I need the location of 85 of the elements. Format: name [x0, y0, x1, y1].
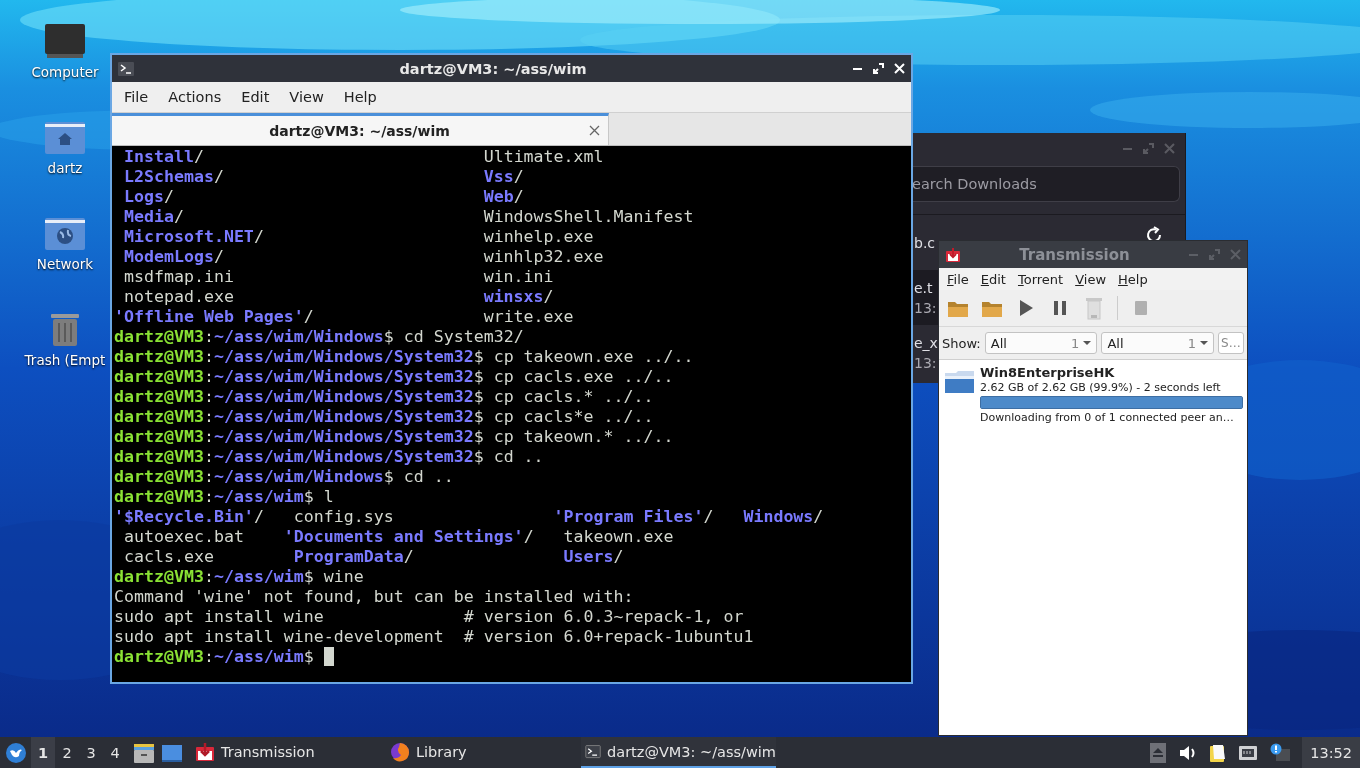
workspace-button[interactable]: 2: [55, 737, 79, 768]
terminal-line: dartz@VM3:~/ass/wim/Windows/System32$ cp cacls.exe ../..: [114, 367, 674, 387]
torrent-status: Downloading from 0 of 1 connected peer an…: [980, 411, 1235, 424]
menu-item[interactable]: Torrent: [1011, 271, 1070, 287]
notification-icon[interactable]: [1270, 742, 1291, 763]
menu-item[interactable]: File: [114, 89, 159, 105]
filter-label: Show:: [942, 335, 981, 351]
clipboard-icon[interactable]: [1208, 742, 1227, 763]
terminal-line: ModemLogs/ winhlp32.exe: [123, 247, 604, 267]
menu-item[interactable]: Help: [333, 89, 387, 105]
caret-icon: [1200, 341, 1209, 345]
window-title: dartz@VM3: ~/ass/wim: [398, 60, 588, 77]
terminal-line: dartz@VM3:~/ass/wim/Windows/System32$ cp takeown.exe ../..: [114, 347, 694, 367]
icon-label: Trash (Empt: [24, 352, 106, 368]
terminal-line: Install/ Ultimate.xml: [123, 147, 604, 167]
terminal-line: autoexec.bat 'Documents and Settings'/ takeown.exe: [123, 527, 674, 547]
icon-label: Computer: [31, 64, 99, 80]
task-label: Transmission: [221, 743, 315, 760]
menu-item[interactable]: File: [941, 271, 975, 287]
terminal-line: dartz@VM3:~/ass/wim$ l: [114, 487, 334, 507]
window-title: Transmission: [1018, 245, 1131, 264]
search-field[interactable]: earch Downloads: [912, 166, 1180, 202]
taskbar-button[interactable]: dartz@VM3: ~/ass/wim: [581, 737, 776, 768]
taskbar-button[interactable]: Library: [386, 737, 581, 768]
file-name: b.c: [914, 234, 937, 251]
workspace-button[interactable]: 3: [79, 737, 103, 768]
menu-item[interactable]: Actions: [158, 89, 232, 105]
filter-dropdown[interactable]: All 1: [1101, 332, 1215, 354]
tab-label: dartz@VM3: ~/ass/wim: [268, 122, 451, 139]
terminal-line: msdfmap.ini win.ini: [123, 267, 554, 287]
download-time: 13:: [914, 354, 938, 371]
terminal-line: cacls.exe ProgramData/ Users/: [123, 547, 624, 567]
tab[interactable]: dartz@VM3: ~/ass/wim: [112, 113, 609, 145]
download-box-icon: [945, 246, 961, 263]
task-label: Library: [416, 743, 467, 760]
terminal-line: Media/ WindowsShell.Manifest: [123, 207, 694, 227]
terminal-line: L2Schemas/ Vss/: [123, 167, 524, 187]
terminal-line: Microsoft.NET/ winhelp.exe: [123, 227, 594, 247]
terminal-line: '$Recycle.Bin'/ config.sys 'Program Files'/ Windows/: [114, 507, 824, 527]
menu-item[interactable]: Help: [1112, 271, 1154, 287]
download-box-icon: [195, 741, 215, 762]
placeholder: earch Downloads: [912, 176, 1037, 192]
terminal-line: 'Offline Web Pages'/ write.exe: [114, 307, 574, 327]
terminal-line: dartz@VM3:~/ass/wim$ wine: [114, 567, 364, 587]
dropdown-value: All: [990, 335, 1008, 351]
task-label: dartz@VM3: ~/ass/wim: [607, 743, 776, 760]
terminal-line: Command 'wine' not found, but can be installed with:: [114, 587, 634, 607]
dropdown-value: All: [1107, 335, 1125, 351]
clock[interactable]: 13:52: [1302, 737, 1360, 768]
terminal-line: dartz@VM3:~/ass/wim/Windows/System32$ cp cacls.* ../..: [114, 387, 654, 407]
workspace-button[interactable]: 4: [103, 737, 127, 768]
terminal-line: dartz@VM3:~/ass/wim/Windows/System32$ cd ..: [114, 447, 544, 467]
workspace-button[interactable]: 1: [31, 737, 55, 768]
download-time: 13:: [914, 299, 938, 316]
terminal-icon: [118, 61, 134, 76]
torrent-name: Win8EnterpriseHK: [980, 365, 1116, 380]
terminal-line: Logs/ Web/: [123, 187, 524, 207]
torrent-count: 1: [1071, 335, 1080, 351]
terminal-line: dartz@VM3:~/ass/wim/Windows$ cd ..: [114, 467, 454, 487]
app-menu-icon[interactable]: [5, 741, 27, 764]
icon-label: Network: [36, 256, 94, 272]
menu-item[interactable]: Edit: [231, 89, 280, 105]
menu-item[interactable]: View: [279, 89, 334, 105]
caret-icon: [1083, 341, 1092, 345]
terminal-line: dartz@VM3:~/ass/wim/Windows/System32$ cp takeown.* ../..: [114, 427, 674, 447]
torrent-count: 1: [1187, 335, 1197, 351]
menu-item[interactable]: View: [1069, 271, 1113, 287]
browser-icon: [390, 741, 410, 762]
file-cabinet-icon[interactable]: [133, 741, 155, 764]
file-name: e.t: [914, 279, 934, 296]
menu-item[interactable]: Edit: [974, 271, 1012, 287]
download-row[interactable]: e.t 13:: [912, 270, 938, 325]
terminal-line: dartz@VM3:~/ass/wim$: [114, 647, 315, 667]
terminal-line: notepad.exe winsxs/: [123, 287, 554, 307]
terminal-line: dartz@VM3:~/ass/wim/Windows$ cd System32/: [114, 327, 524, 347]
icon-label: dartz: [47, 160, 83, 176]
eject-icon[interactable]: [1150, 742, 1167, 763]
terminal-line: sudo apt install wine-development # version 6.0+repack-1ubuntu1: [114, 627, 754, 647]
terminal-line: dartz@VM3:~/ass/wim/Windows/System32$ cp cacls*e ../..: [114, 407, 654, 427]
filter-dropdown[interactable]: All 1: [984, 332, 1098, 354]
terminal-line: sudo apt install wine # version 6.0.3~repack-1, or: [114, 607, 744, 627]
download-row[interactable]: b.c: [912, 215, 938, 270]
taskbar-button[interactable]: Transmission: [191, 737, 386, 768]
download-row[interactable]: e_x 13:: [912, 325, 938, 380]
file-name: e_x: [914, 334, 938, 351]
